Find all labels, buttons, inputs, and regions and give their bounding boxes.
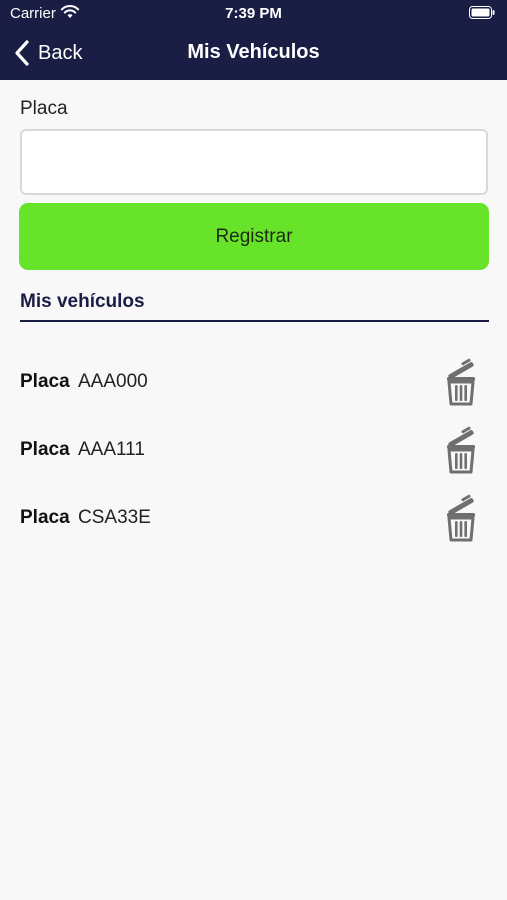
section-title: Mis vehículos — [20, 291, 145, 312]
page-title: Mis Vehículos — [187, 41, 320, 63]
plate-value: CSA33E — [78, 507, 151, 528]
delete-button[interactable] — [444, 494, 478, 542]
battery-icon — [469, 6, 495, 19]
placa-key: Placa — [20, 507, 70, 528]
placa-label: Placa — [20, 98, 68, 119]
trash-icon — [447, 358, 475, 406]
register-button[interactable]: Registrar — [19, 203, 489, 270]
list-item: Placa CSA33E — [0, 486, 507, 554]
list-item: Placa AAA111 — [0, 418, 507, 486]
delete-button[interactable] — [444, 426, 478, 474]
trash-icon — [447, 426, 475, 474]
status-time: 7:39 PM — [225, 5, 282, 22]
status-bar: Carrier 7:39 PM — [0, 0, 507, 28]
delete-button[interactable] — [444, 358, 478, 406]
trash-icon — [447, 494, 475, 542]
placa-key: Placa — [20, 439, 70, 460]
vehicle-list: Placa AAA000 Placa AAA111 Placa CSA33E — [0, 350, 507, 554]
list-item: Placa AAA000 — [0, 350, 507, 418]
navigation-bar: Carrier 7:39 PM Back Mis Vehículos — [0, 0, 507, 80]
plate-value: AAA111 — [78, 439, 145, 460]
section-divider — [20, 320, 489, 322]
placa-input[interactable] — [20, 129, 488, 195]
plate-value: AAA000 — [78, 371, 148, 392]
placa-key: Placa — [20, 371, 70, 392]
